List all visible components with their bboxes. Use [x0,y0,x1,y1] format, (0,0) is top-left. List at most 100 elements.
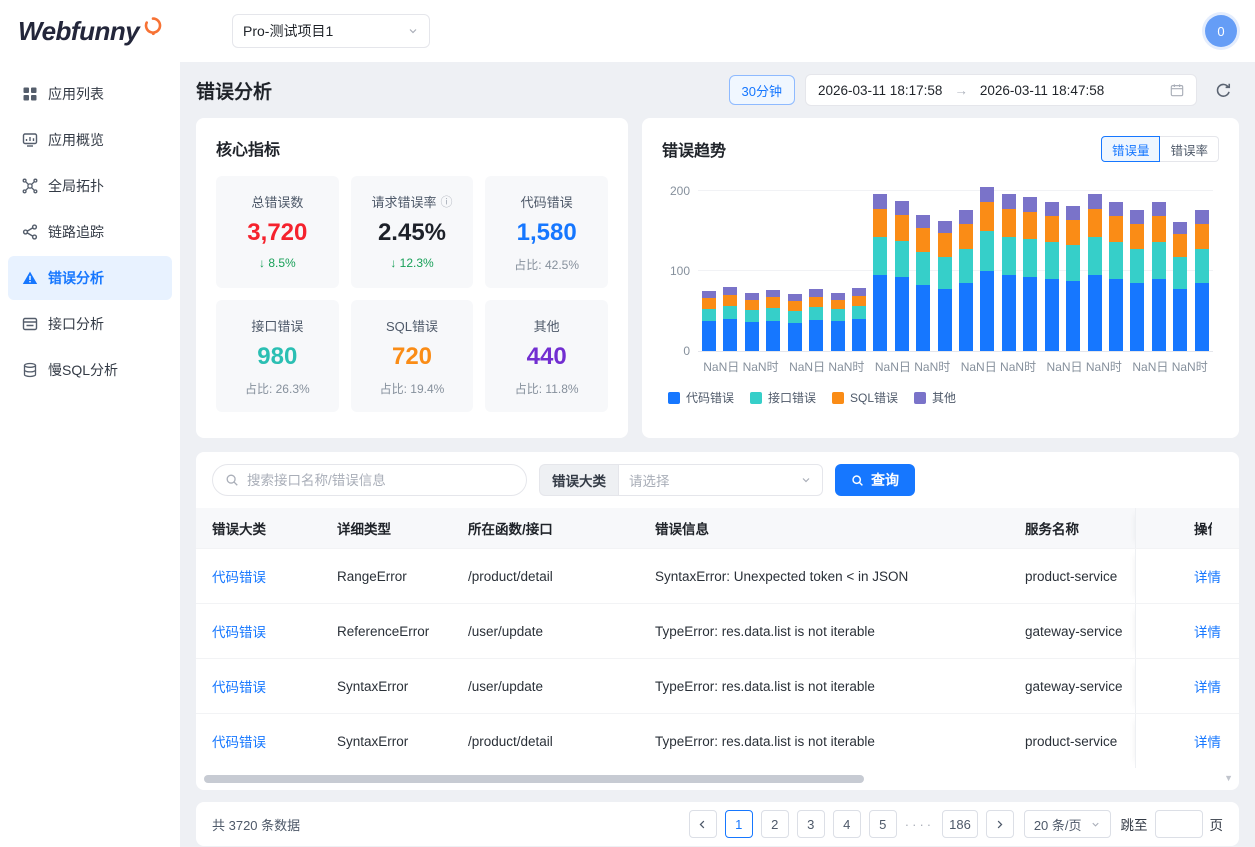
stacked-bar[interactable] [809,289,823,351]
stacked-bar[interactable] [959,210,973,351]
error-category-link[interactable]: 代码错误 [212,566,266,586]
sidebar-item-应用概览[interactable]: 应用概览 [8,118,172,162]
metric-label: 代码错误 [493,192,600,211]
stacked-bar[interactable] [938,221,952,351]
bar-segment-代码错误 [895,277,909,351]
bar-segment-其他 [916,215,930,228]
avatar[interactable]: 0 [1205,15,1237,47]
bar-segment-接口错误 [852,306,866,319]
bar-segment-接口错误 [938,257,952,289]
bar-segment-SQL错误 [1088,209,1102,237]
stacked-bar[interactable] [1109,202,1123,351]
stacked-bar[interactable] [1088,194,1102,351]
error-table-card: 错误大类 请选择 查询 [196,452,1239,790]
sidebar-item-接口分析[interactable]: 接口分析 [8,302,172,346]
bar-segment-代码错误 [1130,283,1144,351]
detail-link[interactable]: 详情 [1194,566,1221,586]
stacked-bar[interactable] [873,194,887,351]
detail-link[interactable]: 详情 [1194,621,1221,641]
metric-value: 3,720 [224,219,331,247]
query-button[interactable]: 查询 [835,464,915,496]
overview-icon [22,132,38,148]
stacked-bar[interactable] [702,291,716,351]
bar-segment-代码错误 [938,289,952,351]
pagination-page-2[interactable]: 2 [761,810,789,838]
stacked-bar[interactable] [1152,202,1166,351]
category-filter-group: 错误大类 请选择 [539,464,823,496]
database-icon [22,362,38,378]
error-category-link[interactable]: 代码错误 [212,731,266,751]
stacked-bar[interactable] [980,187,994,351]
pagination-page-3[interactable]: 3 [797,810,825,838]
chart-bars [698,192,1213,351]
legend-item-SQL错误[interactable]: SQL错误 [832,389,898,406]
stacked-bar[interactable] [831,293,845,351]
quick-range-label: 30分钟 [742,81,782,100]
legend-item-接口错误[interactable]: 接口错误 [750,389,816,406]
stacked-bar[interactable] [1130,210,1144,351]
stacked-bar[interactable] [895,201,909,351]
refresh-button[interactable] [1207,74,1239,106]
stacked-bar[interactable] [852,288,866,351]
stacked-bar[interactable] [1002,194,1016,351]
stacked-bar[interactable] [1066,206,1080,351]
legend-item-其他[interactable]: 其他 [914,389,956,406]
error-category-link[interactable]: 代码错误 [212,621,266,641]
metric-label-text: 请求错误率 [371,192,436,211]
pagination-page-5[interactable]: 5 [869,810,897,838]
search-input[interactable] [247,473,514,488]
toggle-error-count[interactable]: 错误量 [1101,136,1161,162]
date-arrow: → [954,83,968,98]
date-range-picker[interactable]: 2026-03-11 18:17:58 → 2026-03-11 18:47:5… [805,74,1197,106]
pagination-page-1[interactable]: 1 [725,810,753,838]
sidebar-item-慢SQL分析[interactable]: 慢SQL分析 [8,348,172,392]
cell-actions: 详情 [1135,604,1239,658]
detail-link[interactable]: 详情 [1194,731,1221,751]
pagination-next-button[interactable] [986,810,1014,838]
stacked-bar[interactable] [916,215,930,351]
cell-service-name: product-service [1009,549,1135,603]
detail-link[interactable]: 详情 [1194,676,1221,696]
bar-segment-其他 [1066,206,1080,220]
bar-segment-代码错误 [1109,279,1123,351]
bar-segment-代码错误 [1173,289,1187,351]
cell-service-name: gateway-service [1009,604,1135,658]
pagination-page-4[interactable]: 4 [833,810,861,838]
bar-segment-SQL错误 [1195,224,1209,249]
bar-segment-代码错误 [1023,277,1037,351]
pagination-prev-button[interactable] [689,810,717,838]
cell-error-message: TypeError: res.data.list is not iterable [639,714,1009,768]
bar-segment-其他 [1002,194,1016,208]
stacked-bar[interactable] [1173,222,1187,351]
error-category-link[interactable]: 代码错误 [212,676,266,696]
sidebar-item-全局拓扑[interactable]: 全局拓扑 [8,164,172,208]
date-end: 2026-03-11 18:47:58 [980,83,1104,98]
sidebar-item-应用列表[interactable]: 应用列表 [8,72,172,116]
sidebar-item-链路追踪[interactable]: 链路追踪 [8,210,172,254]
metric-label-text: 其他 [534,316,560,335]
page-size-select[interactable]: 20 条/页 [1024,810,1111,838]
grid-icon [22,86,38,102]
stacked-bar[interactable] [1023,197,1037,351]
stacked-bar[interactable] [723,287,737,351]
stacked-bar[interactable] [1045,202,1059,351]
sidebar-item-错误分析[interactable]: 错误分析 [8,256,172,300]
project-select[interactable]: Pro-测试项目1 [232,14,430,48]
category-select[interactable]: 请选择 [618,464,823,496]
search-box[interactable] [212,464,527,496]
bar-segment-代码错误 [916,285,930,351]
stacked-bar[interactable] [1195,210,1209,351]
stacked-bar[interactable] [745,293,759,351]
scrollbar-thumb[interactable] [204,775,864,783]
bar-segment-其他 [1045,202,1059,216]
stacked-bar[interactable] [788,294,802,351]
bar-segment-接口错误 [1152,242,1166,279]
jump-page-input[interactable] [1155,810,1203,838]
toggle-error-rate[interactable]: 错误率 [1160,136,1219,162]
legend-item-代码错误[interactable]: 代码错误 [668,389,734,406]
chevron-down-icon [800,474,812,486]
bar-segment-其他 [809,289,823,296]
stacked-bar[interactable] [766,290,780,351]
pagination-page-186[interactable]: 186 [942,810,978,838]
quick-range-button[interactable]: 30分钟 [729,75,795,105]
